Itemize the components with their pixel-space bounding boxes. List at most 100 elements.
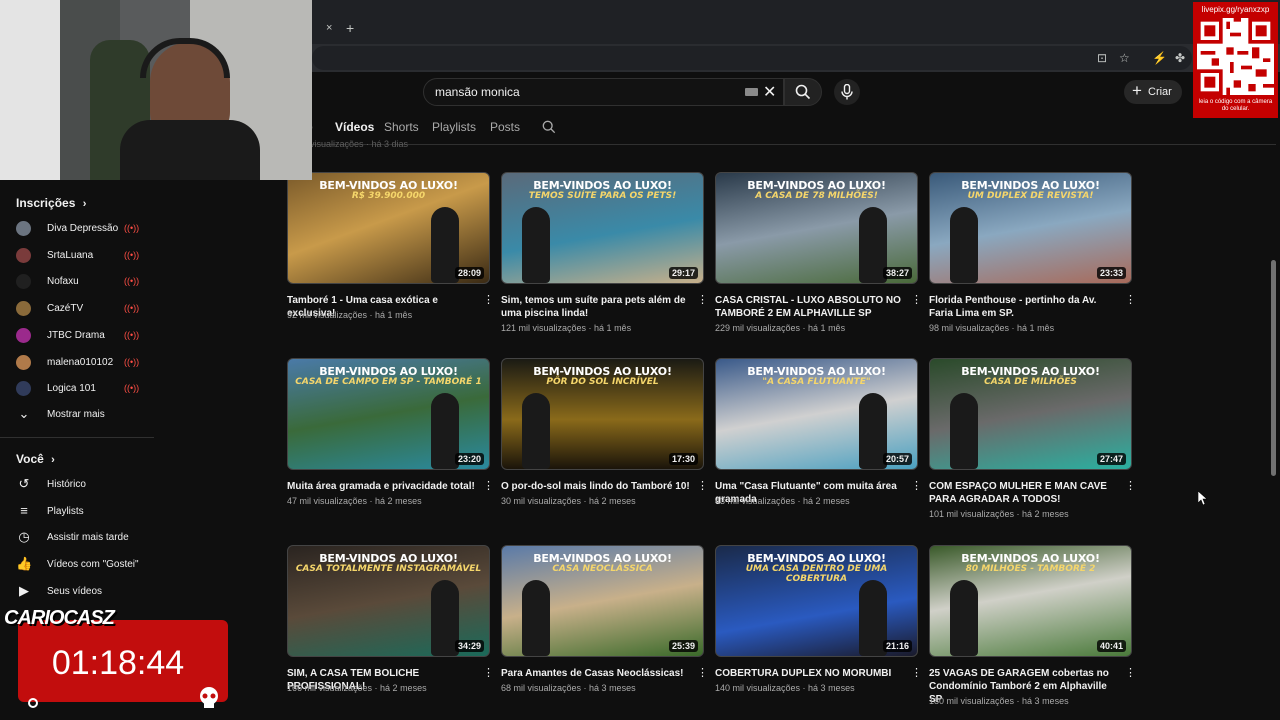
video-title[interactable]: CASA CRISTAL - LUXO ABSOLUTO NO TAMBORÉ …: [715, 294, 905, 320]
more-actions-icon[interactable]: ⋮: [1125, 481, 1136, 492]
more-actions-icon[interactable]: ⋮: [483, 295, 494, 306]
more-actions-icon[interactable]: ⋮: [1125, 668, 1136, 679]
video-thumbnail[interactable]: BEM-VINDOS AO LUXO! UM DUPLEX DE REVISTA!…: [929, 172, 1132, 284]
thumbnail-subheadline: CASA NEOCLÁSSICA: [552, 564, 653, 574]
sidebar-item-subscription[interactable]: CazéTV ((•)): [0, 296, 154, 322]
video-thumbnail[interactable]: BEM-VINDOS AO LUXO! CASA DE CAMPO EM SP -…: [287, 358, 490, 470]
video-thumbnail[interactable]: BEM-VINDOS AO LUXO! UMA CASA DENTRO DE UM…: [715, 545, 918, 657]
address-bar[interactable]: [312, 46, 1192, 70]
video-title[interactable]: COBERTURA DUPLEX NO MORUMBI: [715, 667, 905, 680]
upload-age: há 2 meses: [803, 496, 850, 506]
tab-videos[interactable]: Vídeos: [335, 120, 374, 134]
live-indicator-icon: ((•)): [124, 249, 140, 260]
sidebar-item-your-videos[interactable]: ▶ Seus vídeos: [0, 579, 154, 605]
sidebar-divider: [0, 437, 154, 438]
clear-search-icon[interactable]: ✕: [763, 82, 776, 102]
video-title[interactable]: Para Amantes de Casas Neoclássicas!: [501, 667, 691, 680]
video-title[interactable]: Muita área gramada e privacidade total!: [287, 480, 477, 493]
keyboard-icon[interactable]: [745, 88, 758, 96]
video-card[interactable]: BEM-VINDOS AO LUXO! R$ 39.900.000 28:09 Tam…: [287, 172, 494, 344]
thumbnail-subheadline: UMA CASA DENTRO DE UMA COBERTURA: [745, 564, 888, 584]
thumbnail-subheadline: 80 MILHÕES - TAMBORÉ 2: [965, 564, 1096, 574]
page-scrollbar[interactable]: [1271, 260, 1276, 476]
video-duration: 34:29: [454, 640, 484, 652]
search-button[interactable]: [784, 78, 822, 106]
video-card[interactable]: BEM-VINDOS AO LUXO! CASA DE CAMPO EM SP -…: [287, 358, 494, 530]
tab-close-icon[interactable]: ×: [326, 22, 332, 34]
upload-age: há 3 meses: [1022, 696, 1069, 706]
create-button[interactable]: + Criar: [1124, 80, 1182, 104]
show-more-button[interactable]: ⌄ Mostrar mais: [0, 402, 154, 428]
playlists-icon: ≡: [20, 502, 28, 518]
video-thumbnail[interactable]: BEM-VINDOS AO LUXO! CASA NEOCLÁSSICA 25:39: [501, 545, 704, 657]
stream-timer: 01:18:44: [51, 644, 185, 682]
channel-search-icon[interactable]: [542, 120, 556, 134]
tab-shorts[interactable]: Shorts: [384, 120, 419, 134]
sidebar-item-thumbs-up[interactable]: 👍 Vídeos com "Gostei": [0, 552, 154, 578]
more-actions-icon[interactable]: ⋮: [697, 481, 708, 492]
video-duration: 17:30: [668, 453, 698, 465]
video-thumbnail[interactable]: BEM-VINDOS AO LUXO! PÔR DO SOL INCRÍVEL 17…: [501, 358, 704, 470]
video-card[interactable]: BEM-VINDOS AO LUXO! TEMOS SUÍTE PARA OS P…: [501, 172, 708, 344]
sidebar-item-history[interactable]: ↺ Histórico: [0, 472, 154, 498]
install-app-icon[interactable]: ⊡: [1097, 51, 1107, 65]
sidebar-item-subscription[interactable]: SrtaLuana ((•)): [0, 243, 154, 269]
video-thumbnail[interactable]: BEM-VINDOS AO LUXO! 80 MILHÕES - TAMBORÉ …: [929, 545, 1132, 657]
video-thumbnail[interactable]: BEM-VINDOS AO LUXO! A CASA DE 78 MILHÕES!…: [715, 172, 918, 284]
video-card[interactable]: BEM-VINDOS AO LUXO! A CASA DE 78 MILHÕES!…: [715, 172, 922, 344]
sidebar-item-clock[interactable]: ◷ Assistir mais tarde: [0, 525, 154, 551]
meta-separator: ·: [367, 310, 376, 320]
video-card[interactable]: BEM-VINDOS AO LUXO! "A CASA FLUTUANTE" 20:…: [715, 358, 922, 530]
screen: { "browser":{"tab_close":"×","new_tab":"…: [0, 0, 1280, 720]
thumbnail-subheadline: R$ 39.900.000: [351, 191, 426, 201]
video-card[interactable]: BEM-VINDOS AO LUXO! PÔR DO SOL INCRÍVEL 17…: [501, 358, 708, 530]
video-title[interactable]: COM ESPAÇO MULHER E MAN CAVE PARA AGRADA…: [929, 480, 1119, 506]
video-card[interactable]: BEM-VINDOS AO LUXO! 80 MILHÕES - TAMBORÉ …: [929, 545, 1136, 717]
video-title[interactable]: Sim, temos um suíte para pets além de um…: [501, 294, 691, 320]
video-card[interactable]: BEM-VINDOS AO LUXO! CASA NEOCLÁSSICA 25:39…: [501, 545, 708, 717]
more-actions-icon[interactable]: ⋮: [483, 481, 494, 492]
more-actions-icon[interactable]: ⋮: [697, 295, 708, 306]
sidebar-item-subscription[interactable]: Nofaxu ((•)): [0, 269, 154, 295]
extension-icon[interactable]: ⚡: [1152, 51, 1167, 65]
sidebar-item-subscription[interactable]: Logica 101 ((•)): [0, 376, 154, 402]
new-tab-button[interactable]: +: [346, 20, 354, 36]
bookmark-star-icon[interactable]: ☆: [1119, 51, 1130, 65]
tab-posts[interactable]: Posts: [490, 120, 520, 134]
your-videos-icon: ▶: [19, 582, 29, 598]
more-actions-icon[interactable]: ⋮: [911, 295, 922, 306]
voice-search-button[interactable]: [834, 79, 860, 105]
subscriptions-heading[interactable]: Inscrições ›: [16, 196, 86, 210]
more-actions-icon[interactable]: ⋮: [697, 668, 708, 679]
meta-separator: ·: [1014, 509, 1023, 519]
sidebar-item-playlists[interactable]: ≡ Playlists: [0, 499, 154, 525]
video-thumbnail[interactable]: BEM-VINDOS AO LUXO! TEMOS SUÍTE PARA OS P…: [501, 172, 704, 284]
channel-avatar: [16, 247, 31, 263]
more-actions-icon[interactable]: ⋮: [911, 481, 922, 492]
video-title[interactable]: O por-do-sol mais lindo do Tamboré 10!: [501, 480, 691, 493]
sidebar-item-label: Seus vídeos: [47, 585, 103, 597]
channel-avatar: [16, 301, 31, 317]
sidebar-item-subscription[interactable]: JTBC Drama ((•)): [0, 323, 154, 349]
host-figure: [950, 393, 978, 469]
more-actions-icon[interactable]: ⋮: [911, 668, 922, 679]
video-thumbnail[interactable]: BEM-VINDOS AO LUXO! "A CASA FLUTUANTE" 20:…: [715, 358, 918, 470]
search-input[interactable]: mansão monica: [423, 78, 784, 106]
extensions-puzzle-icon[interactable]: ✤: [1175, 51, 1185, 65]
video-thumbnail[interactable]: BEM-VINDOS AO LUXO! R$ 39.900.000 28:09: [287, 172, 490, 284]
video-card[interactable]: BEM-VINDOS AO LUXO! UM DUPLEX DE REVISTA!…: [929, 172, 1136, 344]
video-title[interactable]: Florida Penthouse - pertinho da Av. Fari…: [929, 294, 1119, 320]
video-thumbnail[interactable]: BEM-VINDOS AO LUXO! CASA TOTALMENTE INSTA…: [287, 545, 490, 657]
video-card[interactable]: BEM-VINDOS AO LUXO! CASA DE MILHÕES 27:47 C…: [929, 358, 1136, 530]
small-logo-icon: [28, 698, 38, 708]
video-card[interactable]: BEM-VINDOS AO LUXO! CASA TOTALMENTE INSTA…: [287, 545, 494, 717]
tab-playlists[interactable]: Playlists: [432, 120, 476, 134]
sidebar-item-subscription[interactable]: malena010102 ((•)): [0, 350, 154, 376]
you-heading[interactable]: Você ›: [16, 452, 55, 466]
more-actions-icon[interactable]: ⋮: [483, 668, 494, 679]
video-card[interactable]: BEM-VINDOS AO LUXO! UMA CASA DENTRO DE UM…: [715, 545, 922, 717]
video-thumbnail[interactable]: BEM-VINDOS AO LUXO! CASA DE MILHÕES 27:47: [929, 358, 1132, 470]
upload-age: há 1 mês: [375, 310, 413, 320]
more-actions-icon[interactable]: ⋮: [1125, 295, 1136, 306]
sidebar-item-subscription[interactable]: Diva Depressão ((•)): [0, 216, 154, 242]
